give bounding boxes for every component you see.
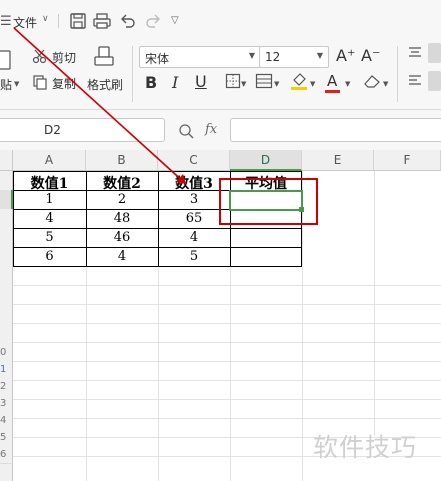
- watermark-text: 软件技巧: [313, 433, 418, 462]
- annotation-arrow: [13, 27, 187, 185]
